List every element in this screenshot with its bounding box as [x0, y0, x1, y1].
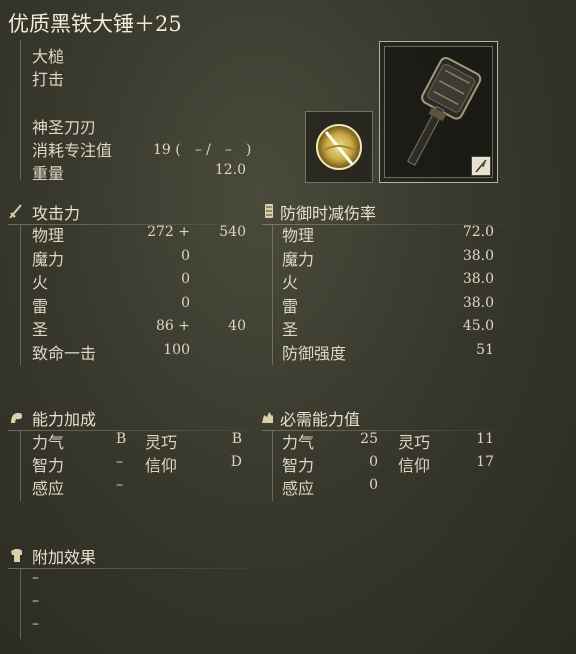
scaling-label: 感应	[32, 479, 65, 498]
passive-header: 附加效果	[32, 548, 97, 567]
scaling-grade: B	[116, 431, 127, 447]
attack-stat-label: 圣	[32, 320, 49, 340]
guard-header: 防御时减伤率	[280, 204, 377, 223]
weapon-image-frame	[379, 41, 498, 183]
attack-stat-label: 魔力	[32, 249, 65, 269]
guard-stat-value: 51	[476, 342, 494, 358]
guard-stat-value: 45.0	[462, 318, 494, 335]
attack-stat-label: 火	[32, 273, 49, 293]
scaling-grade: D	[230, 454, 242, 470]
skill-name: 神圣刀刃	[32, 118, 97, 137]
guard-stat-value: 72.0	[462, 224, 494, 240]
attack-stat-label: 雷	[32, 296, 49, 316]
guard-stat-value: 38.0	[462, 271, 494, 288]
requirement-value: 0	[369, 454, 378, 470]
scaling-label: 智力	[32, 456, 65, 475]
holy-blade-ash-icon	[316, 124, 362, 170]
fp-cost-label: 消耗专注值	[32, 141, 113, 160]
guard-stat-label: 防御强度	[282, 344, 347, 363]
scaling-label: 力气	[32, 433, 65, 452]
attack-stat-base: 0	[181, 294, 190, 311]
scaling-grade: B	[231, 431, 242, 447]
requirement-label: 力气	[282, 433, 315, 452]
hand-icon	[262, 412, 273, 423]
guard-stat-label: 圣	[282, 320, 299, 340]
guard-stat-value: 38.0	[462, 247, 494, 264]
attack-header: 攻击力	[32, 204, 81, 223]
attack-stat-base: 100	[163, 342, 190, 358]
ash-of-war-slot[interactable]	[305, 111, 373, 183]
guard-stat-label: 火	[282, 273, 299, 293]
scaling-grade: –	[116, 454, 123, 470]
scaling-grade: –	[116, 477, 123, 493]
requirement-value: 11	[476, 431, 494, 447]
passive-effect: –	[32, 616, 39, 632]
fp-cost-value: 19 ( – / – )	[153, 142, 252, 158]
attack-stat-base: 86 +	[156, 318, 190, 335]
requirement-label: 感应	[282, 479, 315, 498]
shield-icon	[265, 204, 273, 218]
scaling-label: 信仰	[145, 456, 178, 475]
requirement-value: 0	[369, 477, 378, 493]
requirement-label: 智力	[282, 456, 315, 475]
divider	[272, 225, 273, 365]
divider	[20, 225, 21, 365]
divider	[272, 431, 273, 501]
scaling-header: 能力加成	[32, 410, 97, 429]
passive-underline	[8, 568, 248, 569]
weight-label: 重量	[32, 164, 65, 183]
requirement-value: 25	[360, 431, 378, 447]
attack-stat-bonus: 540	[219, 224, 246, 240]
attack-stat-base: 0	[181, 271, 190, 288]
armor-icon	[11, 549, 22, 562]
guard-stat-label: 物理	[282, 226, 315, 245]
flexed-arm-icon	[11, 412, 22, 423]
requirement-label: 信仰	[398, 456, 431, 475]
sword-icon	[9, 204, 22, 218]
attack-type: 打击	[32, 70, 65, 89]
item-name: 优质黑铁大锤＋25	[8, 12, 182, 36]
quill-icon	[475, 159, 487, 173]
requirements-header: 必需能力值	[280, 410, 361, 429]
weapon-type: 大槌	[32, 47, 65, 66]
requirement-label: 灵巧	[398, 433, 431, 452]
requirement-value: 17	[476, 454, 494, 470]
divider	[20, 431, 21, 501]
guard-stat-label: 魔力	[282, 249, 315, 269]
passive-effect: –	[32, 593, 39, 609]
weight-value: 12.0	[214, 162, 246, 178]
passive-effect: –	[32, 570, 39, 586]
guard-stat-value: 38.0	[462, 294, 494, 311]
affinity-badge	[471, 156, 491, 176]
attack-stat-base: 0	[181, 247, 190, 264]
attack-stat-bonus: 40	[228, 318, 246, 335]
scaling-label: 灵巧	[145, 433, 178, 452]
divider	[20, 569, 21, 639]
divider	[20, 40, 21, 180]
guard-stat-label: 雷	[282, 296, 299, 316]
attack-stat-label: 致命一击	[32, 344, 97, 363]
attack-stat-base: 272 +	[147, 224, 190, 240]
attack-stat-label: 物理	[32, 226, 65, 245]
